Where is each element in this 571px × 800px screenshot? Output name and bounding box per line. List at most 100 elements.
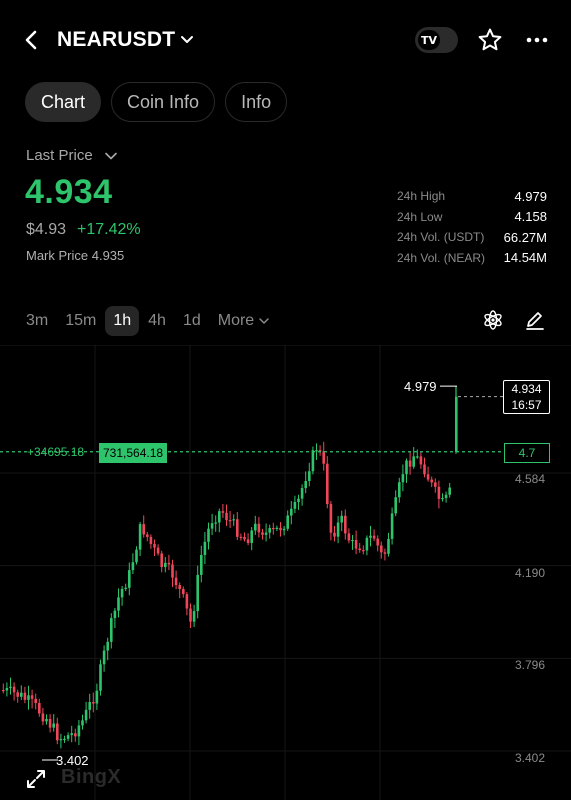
candle-body [185, 594, 189, 609]
stat-row: 24h Low 4.158 [397, 207, 547, 228]
candle-body [308, 471, 311, 482]
candle-body [282, 528, 286, 531]
interval-3m[interactable]: 3m [18, 306, 56, 336]
candle-body [401, 474, 405, 483]
candle-body [437, 486, 441, 499]
stat-label: 24h Vol. (USDT) [397, 230, 485, 245]
candle-body [408, 460, 412, 467]
stat-value: 66.27M [503, 229, 547, 245]
candle-body [66, 735, 70, 739]
position-price-tag: 4.7 [504, 443, 550, 463]
candle-body [264, 532, 268, 535]
candle-body [182, 589, 185, 595]
candle-body [279, 527, 282, 531]
candle-body [48, 718, 52, 728]
candle-body [336, 522, 340, 537]
candle-body [243, 536, 246, 540]
candle-body [383, 552, 387, 554]
candle-body [297, 498, 300, 503]
stat-label: 24h Vol. (NEAR) [397, 250, 486, 265]
candle-body [315, 450, 318, 452]
stat-row: 24h Vol. (NEAR) 14.54M [397, 248, 547, 269]
candle-body [95, 690, 99, 704]
candle-body [192, 611, 196, 622]
candle-body [380, 545, 383, 553]
stat-row: 24h High 4.979 [397, 186, 547, 207]
candle-body [56, 723, 59, 741]
candle-body [426, 474, 430, 480]
candle-body [52, 723, 55, 728]
candle-body [358, 548, 361, 551]
candle-body [23, 692, 27, 700]
more-options-icon[interactable] [524, 28, 550, 52]
candle-body [351, 539, 354, 542]
candle-body [210, 523, 214, 529]
candle-body [2, 690, 5, 692]
candle-body [221, 511, 225, 513]
candle-body [398, 482, 401, 498]
tab-chart[interactable]: Chart [25, 82, 102, 122]
position-pnl: +34695.18 [27, 445, 85, 459]
current-price-box: 4.934 16:57 [503, 380, 550, 414]
stats-panel: 24h High 4.979 24h Low 4.158 24h Vol. (U… [397, 186, 547, 268]
candle-body [239, 536, 243, 539]
stat-value: 14.54M [503, 250, 547, 266]
favorite-star-icon[interactable] [477, 27, 503, 53]
chevron-down-icon[interactable] [178, 31, 196, 49]
interval-4h[interactable]: 4h [140, 306, 174, 336]
tradingview-icon: TV [418, 30, 440, 50]
candle-body [113, 610, 117, 619]
candle-body [362, 550, 365, 552]
candle-body [405, 460, 408, 475]
indicators-icon[interactable] [481, 308, 505, 332]
candle-body [41, 713, 45, 722]
candle-body [290, 508, 293, 516]
y-axis-label: 4.584 [515, 472, 546, 486]
candle-body [250, 530, 253, 543]
candle-body [146, 534, 149, 537]
candle-body [81, 720, 84, 726]
interval-15m[interactable]: 15m [57, 306, 104, 336]
candle-body [394, 497, 397, 514]
candle-body [344, 515, 347, 534]
stat-row: 24h Vol. (USDT) 66.27M [397, 227, 547, 248]
position-quantity[interactable]: 731,564.18 [99, 443, 168, 463]
candle-body [12, 686, 16, 693]
candle-body [59, 739, 63, 741]
y-axis-label: 3.796 [515, 658, 546, 672]
interval-more-button[interactable]: More [210, 306, 278, 336]
candle-body [30, 695, 34, 699]
candle-body [441, 498, 444, 500]
y-axis-label: 3.402 [515, 751, 546, 765]
last-price-label[interactable]: Last Price [26, 147, 93, 164]
candle-body [236, 519, 239, 537]
candle-body [138, 524, 142, 550]
candlestick-svg [0, 345, 571, 800]
expand-fullscreen-icon[interactable] [25, 768, 47, 790]
candle-body [387, 538, 390, 554]
interval-1d[interactable]: 1d [175, 306, 209, 336]
tradingview-toggle[interactable]: TV [415, 27, 458, 53]
interval-selector: 3m 15m 1h 4h 1d More [18, 306, 279, 336]
candle-body [106, 641, 109, 651]
candle-body [20, 692, 23, 697]
candle-body [254, 523, 257, 531]
pair-title[interactable]: NEARUSDT [57, 28, 175, 52]
candle-body [354, 539, 358, 549]
candle-body [268, 527, 271, 533]
candle-body [16, 692, 19, 697]
chevron-down-icon[interactable] [104, 149, 118, 163]
tab-info[interactable]: Info [225, 82, 288, 122]
candle-body [99, 664, 102, 691]
tab-coin-info[interactable]: Coin Info [111, 82, 216, 122]
candle-body [38, 703, 41, 714]
mark-price: Mark Price 4.935 [26, 248, 125, 263]
draw-pencil-icon[interactable] [523, 308, 547, 332]
candle-body [329, 504, 333, 533]
back-icon[interactable] [20, 28, 44, 52]
interval-1h[interactable]: 1h [105, 306, 140, 336]
more-label: More [217, 312, 255, 329]
candle-body [5, 687, 9, 691]
header-bar: NEARUSDT TV [0, 0, 571, 80]
price-chart[interactable] [0, 345, 571, 800]
